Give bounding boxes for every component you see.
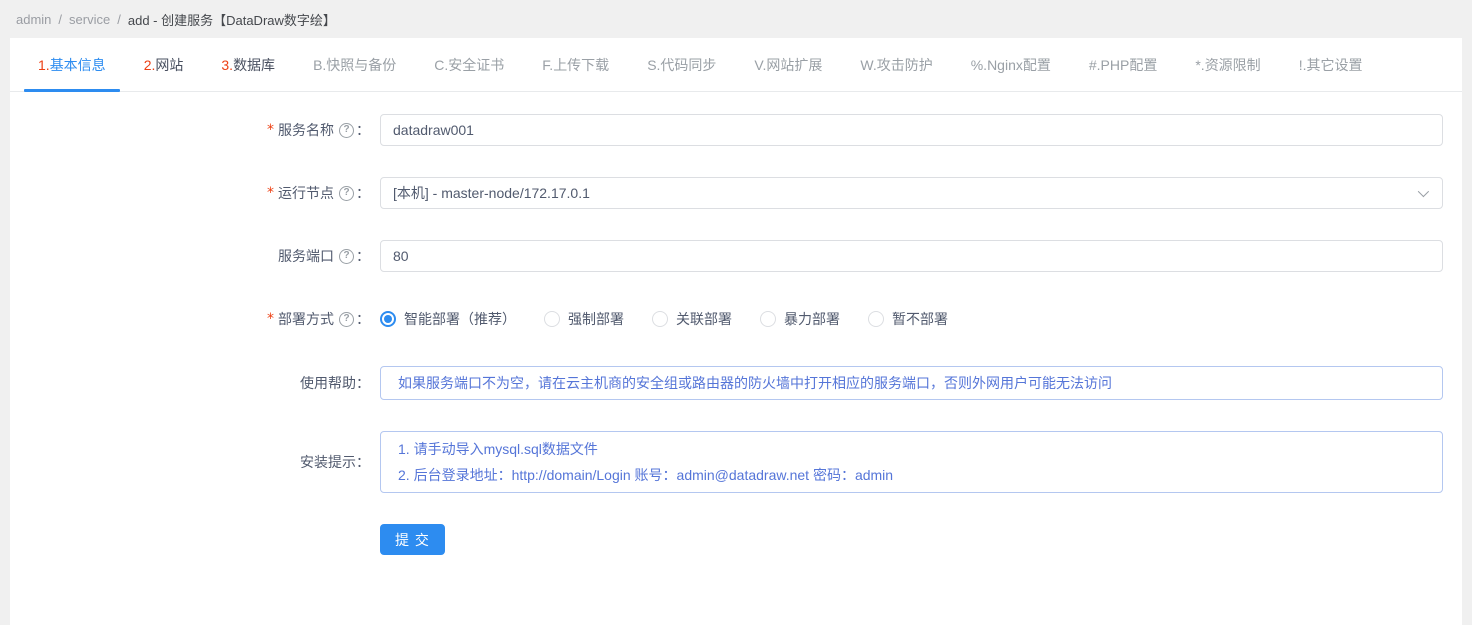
- help-question-icon[interactable]: ?: [339, 122, 354, 138]
- radio-unselected-icon[interactable]: [868, 311, 884, 327]
- tab-prefix: *.: [1195, 56, 1205, 73]
- tab-label: 快照与备份: [326, 56, 397, 73]
- radio-selected-icon[interactable]: [380, 311, 396, 327]
- form-row-submit: 提 交: [10, 524, 1443, 555]
- service-port-input[interactable]: [380, 240, 1443, 272]
- tab-label: 资源限制: [1204, 56, 1261, 73]
- tab-*-12[interactable]: *. 资源限制: [1179, 38, 1276, 92]
- tab-S-7[interactable]: S. 代码同步: [631, 38, 732, 92]
- content-card: 1. 基本信息 2. 网站 3. 数据库 B. 快照与备份 C. 安全证书 F. 上传下载 S. 代码同步…: [10, 38, 1462, 625]
- tab-prefix: 1.: [38, 56, 50, 73]
- breadcrumb-separator: /: [117, 11, 121, 27]
- tab-prefix: !.: [1298, 56, 1307, 73]
- usage-help-label: 使用帮助 ：: [300, 375, 370, 391]
- form-row-install-tips: 安装提示 ： 1. 请手动导入mysql.sql数据文件 2. 后台登录地址：h…: [10, 431, 1443, 493]
- tab-label: 攻击防护: [876, 56, 933, 73]
- tab-prefix: C.: [434, 56, 449, 73]
- deploy-mode-radio-5[interactable]: 暂不部署: [868, 309, 948, 329]
- help-question-icon[interactable]: ?: [339, 248, 354, 264]
- tab-label: Nginx配置: [987, 56, 1051, 73]
- tab-label: 网站扩展: [766, 56, 823, 73]
- install-tips-label: 安装提示 ：: [300, 454, 370, 470]
- service-name-label: * 服务名称 ? ：: [10, 114, 370, 146]
- tab-prefix: 2.: [143, 56, 156, 73]
- install-tip-line: 2. 后台登录地址：http://domain/Login 账号：admin@d…: [398, 467, 894, 483]
- form-row-usage-help: 使用帮助 ： 如果服务端口不为空，请在云主机商的安全组或路由器的防火墙中打开相应…: [10, 366, 1443, 400]
- radio-unselected-icon[interactable]: [760, 311, 776, 327]
- radio-label: 暂不部署: [892, 311, 948, 327]
- radio-label: 强制部署: [568, 311, 624, 327]
- deploy-mode-radio-group: 智能部署（推荐） 强制部署 关联部署 暴力部署 暂不部署: [380, 303, 1443, 335]
- tab-label: 其它设置: [1306, 56, 1363, 73]
- submit-button[interactable]: 提 交: [380, 524, 445, 555]
- tab-label: 数据库: [233, 56, 276, 73]
- tab-prefix: W.: [860, 56, 877, 73]
- run-node-select[interactable]: [本机] - master-node/172.17.0.1: [380, 177, 1443, 209]
- required-asterisk: *: [267, 122, 274, 138]
- breadcrumb-separator: /: [58, 11, 63, 27]
- help-question-icon[interactable]: ?: [339, 185, 354, 201]
- tab-prefix: %.: [970, 56, 988, 73]
- required-asterisk: *: [267, 311, 274, 327]
- tab-C-5[interactable]: C. 安全证书: [418, 38, 520, 92]
- service-name-input[interactable]: [380, 114, 1443, 146]
- deploy-mode-radio-4[interactable]: 暴力部署: [760, 309, 840, 329]
- breadcrumb-current-page: add - 创建服务【DataDraw数字绘】: [127, 12, 336, 28]
- chevron-down-icon: [1417, 185, 1430, 198]
- tab-W-9[interactable]: W. 攻击防护: [844, 38, 948, 92]
- tab-1-1[interactable]: 1. 基本信息: [22, 38, 122, 92]
- run-node-label: * 运行节点 ? ：: [10, 177, 370, 209]
- tab-prefix: F.: [542, 56, 554, 73]
- deploy-mode-radio-2[interactable]: 强制部署: [544, 309, 624, 329]
- tab-label: 上传下载: [553, 56, 610, 73]
- tab-B-4[interactable]: B. 快照与备份: [297, 38, 412, 92]
- radio-label: 关联部署: [676, 311, 732, 327]
- tab-prefix: 3.: [221, 56, 234, 73]
- radio-unselected-icon[interactable]: [544, 311, 560, 327]
- form-row-service-name: * 服务名称 ? ：: [10, 114, 1443, 146]
- service-port-label: 服务端口 ? ：: [278, 248, 370, 264]
- form-row-run-node: * 运行节点 ? ： [本机] - master-node/172.17.0.1: [10, 177, 1443, 209]
- tab-3-3[interactable]: 3. 数据库: [205, 38, 291, 92]
- required-asterisk: *: [267, 185, 274, 201]
- install-tip-line: 1. 请手动导入mysql.sql数据文件: [398, 441, 598, 457]
- tab-label: PHP配置: [1100, 56, 1158, 73]
- tab-label: 网站: [155, 56, 184, 73]
- deploy-mode-radio-3[interactable]: 关联部署: [652, 309, 732, 329]
- tab-V-8[interactable]: V. 网站扩展: [738, 38, 838, 92]
- tab-%-10[interactable]: %. Nginx配置: [955, 38, 1067, 92]
- run-node-selected-value: [本机] - master-node/172.17.0.1: [393, 185, 590, 201]
- deploy-mode-label: * 部署方式 ? ：: [10, 303, 370, 335]
- help-question-icon[interactable]: ?: [339, 311, 354, 327]
- usage-help-text-box: 如果服务端口不为空，请在云主机商的安全组或路由器的防火墙中打开相应的服务端口，否…: [380, 366, 1443, 400]
- tab-prefix: V.: [754, 56, 767, 73]
- tab-prefix: #.: [1088, 56, 1101, 73]
- breadcrumb: admin / service / add - 创建服务【DataDraw数字绘…: [0, 0, 1472, 38]
- form-row-deploy-mode: * 部署方式 ? ： 智能部署（推荐） 强制部署 关联部署 暴力部署 暂不部署: [10, 303, 1443, 335]
- breadcrumb-item-admin[interactable]: admin: [16, 12, 51, 27]
- radio-label: 智能部署（推荐）: [404, 311, 516, 327]
- create-service-form: * 服务名称 ? ： * 运行节点 ? ： [本机] - master-node…: [10, 92, 1462, 555]
- form-row-service-port: 服务端口 ? ：: [10, 240, 1443, 272]
- tab-F-6[interactable]: F. 上传下载: [526, 38, 625, 92]
- tab-label: 基本信息: [49, 56, 106, 73]
- radio-label: 暴力部署: [784, 311, 840, 327]
- tab-prefix: S.: [647, 56, 661, 73]
- tab-prefix: B.: [313, 56, 327, 73]
- radio-unselected-icon[interactable]: [652, 311, 668, 327]
- breadcrumb-item-service[interactable]: service: [69, 12, 110, 27]
- tab-label: 代码同步: [660, 56, 717, 73]
- tab-#-11[interactable]: #. PHP配置: [1073, 38, 1173, 92]
- install-tips-text-box: 1. 请手动导入mysql.sql数据文件 2. 后台登录地址：http://d…: [380, 431, 1443, 493]
- deploy-mode-radio-1[interactable]: 智能部署（推荐）: [380, 309, 516, 329]
- tab-2-2[interactable]: 2. 网站: [128, 38, 200, 92]
- tab-!-13[interactable]: !. 其它设置: [1283, 38, 1379, 92]
- tab-bar: 1. 基本信息 2. 网站 3. 数据库 B. 快照与备份 C. 安全证书 F. 上传下载 S. 代码同步…: [10, 38, 1462, 92]
- tab-label: 安全证书: [448, 56, 505, 73]
